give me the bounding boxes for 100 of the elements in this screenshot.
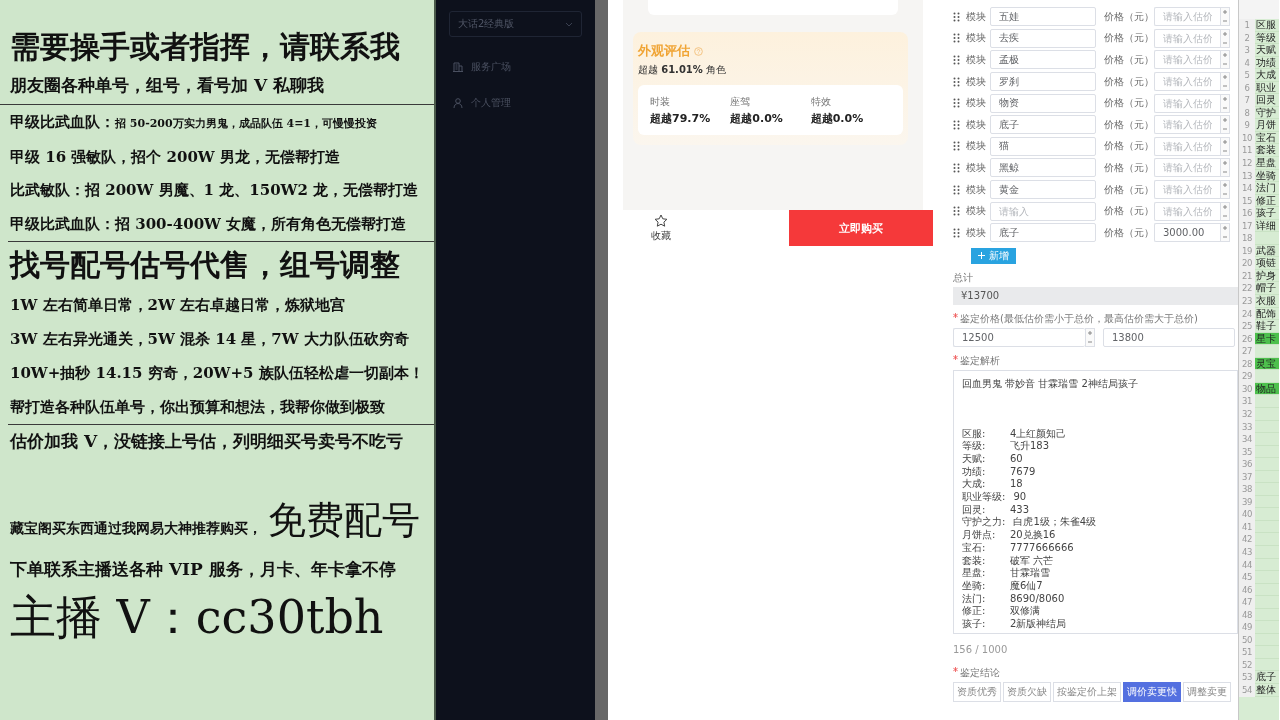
conclusion-option[interactable]: 资质优秀 [953,681,1001,702]
row-number: 47 [1239,596,1255,609]
min-price-field[interactable]: 12500 [953,327,1085,347]
price-field[interactable]: 请输入估价 [1154,50,1220,70]
sheet-cell: 底子 [1255,671,1279,684]
sheet-cell: 宝石 [1255,131,1279,145]
row-number: 25 [1239,320,1255,333]
module-name-field[interactable]: 去疾 [990,28,1096,48]
buy-button[interactable]: 立即购买 [789,210,933,246]
price-label: 价格（元） [1104,117,1154,132]
price-label: 价格（元） [1104,96,1154,111]
drag-handle-icon[interactable] [953,206,960,217]
stat-label: 座驾 [730,95,751,109]
user-icon [453,98,463,108]
module-name-field[interactable]: 孟极 [990,50,1096,70]
sheet-cell: 项链 [1255,257,1279,270]
module-label: 模块 [966,31,987,46]
price-field[interactable]: 请输入估价 [1154,7,1220,27]
summary-text: 超越 61.01% 角色 [638,63,728,77]
drag-handle-icon[interactable] [953,55,960,65]
drag-handle-icon[interactable] [953,162,960,173]
column-header [1239,0,1279,19]
module-label: 模块 [966,182,987,197]
drag-handle-icon[interactable] [953,98,960,109]
star-icon[interactable] [654,213,668,228]
sheet-cell: 星盘 [1255,157,1279,170]
sheet-cell: 配饰 [1255,307,1279,321]
conclusion-option[interactable]: 按鉴定价上架 [1053,681,1121,702]
row-number: 51 [1239,646,1255,659]
sheet-cell: 孩子 [1255,207,1279,220]
sheet-cell: 坐骑 [1255,169,1279,183]
promo-text: 3W 左右异光通关，5W 混杀 14 星，7W 大力队伍砍穷奇 [10,330,409,348]
drag-handle-icon[interactable] [953,33,960,44]
sheet-cell: 回灵 [1255,94,1279,107]
conclusion-option[interactable]: 调价卖更快 [1123,681,1181,702]
drag-handle-icon[interactable] [953,119,960,130]
module-name-field[interactable]: 黑鲸 [990,158,1096,178]
sheet-cell: 法门 [1255,182,1279,195]
price-field[interactable]: 请输入估价 [1154,201,1220,221]
price-label: 价格（元） [1104,225,1154,240]
sheet-cell: 功绩 [1255,56,1279,70]
module-name-field[interactable]: 罗刹 [990,72,1096,92]
sheet-cell: 武器 [1255,244,1279,258]
conclusion-option[interactable]: 调整卖更 [1183,681,1231,702]
price-label: 价格（元） [1104,182,1154,197]
row-number: 12 [1239,157,1255,170]
help-icon [694,46,703,56]
row-number: 42 [1239,533,1255,546]
promo-text: 帮打造各种队伍单号，你出预算和想法，我帮你做到极致 [10,398,385,416]
module-name-field[interactable]: 五娃 [990,7,1096,27]
promo-text: 免费配号 [268,498,420,542]
analysis-textarea[interactable]: 回血男鬼 带妙音 甘霖瑞雪 2神结局孩子 区服: 4上红颜知己 等级: 飞升183 天赋: 60 功绩: 7679 大成: 18 职业等级: 90 回灵: 433 守护之力: 白虎1级；朱雀4级 月饼点: 20兑换16 宝石: 7777666666 套装: 破军 六芒 星盘: 甘霖瑞雪 坐骑: 魔6仙7 法门: 8690/8060 修正: 双修满 孩子: 2新版神结局 [953,369,1238,634]
price-field[interactable]: 请输入估价 [1154,136,1220,156]
price-field[interactable]: 请输入估价 [1154,158,1220,178]
sheet-cell: 护身 [1255,269,1279,283]
module-label: 模块 [966,139,987,154]
module-name-field[interactable]: 请输入 [990,201,1096,221]
drag-handle-icon[interactable] [953,227,960,238]
row-number: 5 [1239,69,1255,82]
price-label: 价格（元） [1104,139,1154,154]
drag-handle-icon[interactable] [953,76,960,87]
max-price-field[interactable]: 13800 [1103,327,1235,347]
promo-text: 甲级比武血队：招 300-400W 女魔，所有角色无偿帮打造 [10,214,407,233]
price-field[interactable]: 请输入估价 [1154,93,1220,113]
drag-handle-icon[interactable] [953,184,960,195]
module-label: 模块 [966,204,987,219]
favorite-label[interactable]: 收藏 [651,228,671,243]
price-label: 价格（元） [1104,9,1154,24]
promo-text: 甲级 16 强敏队，招个 200W 男龙，无偿帮打造 [10,147,340,166]
module-name-field[interactable]: 猫 [990,136,1096,156]
total-field: ¥13700 [953,286,1238,305]
row-number: 36 [1239,458,1255,471]
sheet-cell: 帽子 [1255,282,1279,296]
price-field[interactable]: 请输入估价 [1154,28,1220,48]
module-name-field[interactable]: 黄金 [990,180,1096,200]
row-number: 40 [1239,508,1255,521]
price-field[interactable]: 请输入估价 [1154,115,1220,135]
module-name-field[interactable]: 底子 [990,115,1096,135]
sheet-cell: 大成 [1255,69,1279,82]
promo-text: 1W 左右简单日常，2W 左右卓越日常，炼狱地宫 [10,296,345,314]
price-field[interactable]: 请输入估价 [1154,180,1220,200]
drag-handle-icon[interactable] [953,141,960,152]
sheet-cell: 月饼 [1255,119,1279,132]
sheet-cell: 天赋 [1255,44,1279,57]
drag-handle-icon[interactable] [953,11,960,22]
module-label: 模块 [966,160,987,175]
price-field[interactable]: 3000.00 [1154,223,1220,243]
price-field[interactable]: 请输入估价 [1154,72,1220,92]
module-name-field[interactable]: 底子 [990,223,1096,243]
section-title: 外观评估 [638,42,690,60]
row-number: 34 [1239,433,1255,446]
module-label: 模块 [966,117,987,132]
promo-text: 甲级比武血队： [10,113,115,131]
sheet-cell: 衣服 [1255,295,1279,308]
row-number: 18 [1239,232,1255,245]
module-name-field[interactable]: 物资 [990,93,1096,113]
stat-label: 时装 [650,95,670,109]
appraisal-price-label: 鉴定价格(最低估价需小于总价，最高估价需大于总价) [960,312,1198,324]
conclusion-option[interactable]: 资质欠缺 [1003,681,1051,702]
row-number: 27 [1239,345,1255,358]
